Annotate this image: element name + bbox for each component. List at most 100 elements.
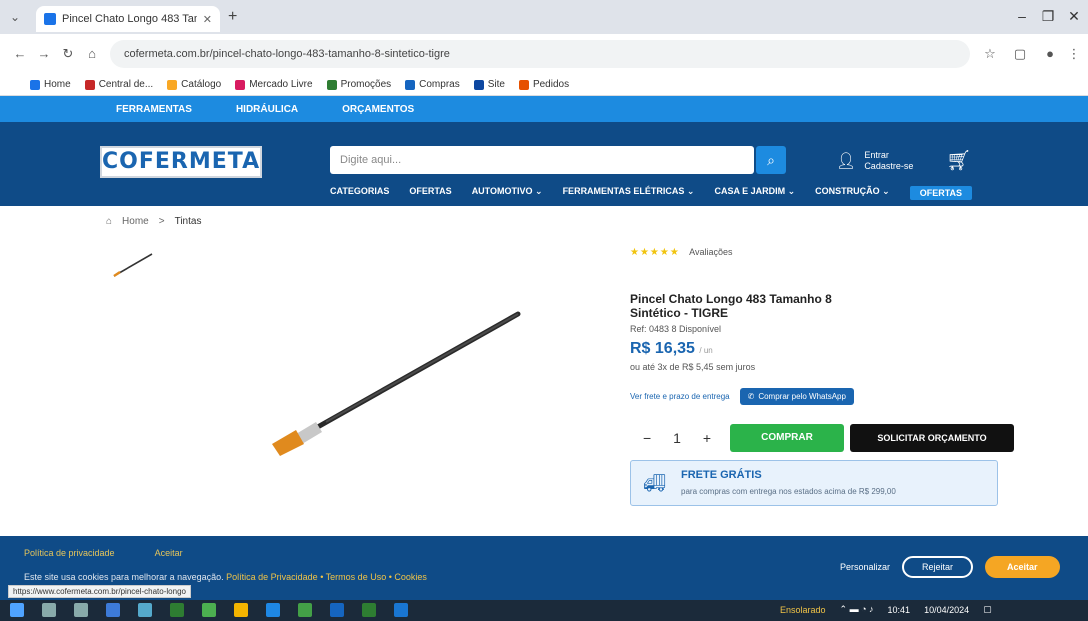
product-title: Pincel Chato Longo 483 Tamanho 8 Sintéti… [630,292,832,320]
bookmark-item[interactable]: Central de... [84,79,154,90]
account-link[interactable]: 👤︎ Entrar Cadastre-se [836,150,913,172]
cookie-reject-button[interactable]: Rejeitar [902,556,974,578]
star-icon[interactable]: ☆ [980,44,1000,64]
free-shipping-box: 🚚︎ FRETE GRÁTIS para compras com entrega… [630,460,998,506]
chrome-icon[interactable] [234,603,248,617]
bookmark-label: Home [44,79,71,90]
site-logo[interactable]: COFERMETA [100,146,262,178]
free-shipping-subtitle: para compras com entrega nos estados aci… [681,487,896,496]
bookmark-label: Mercado Livre [249,79,313,90]
clock-time[interactable]: 10:41 [888,605,911,615]
notifications-icon[interactable]: ▢ [983,604,992,615]
main-menu: CATEGORIAS OFERTAS AUTOMOTIVO ⌄ FERRAMEN… [330,186,973,200]
shipping-row: Ver frete e prazo de entrega ✆ Comprar pe… [630,388,1010,405]
menu-icon[interactable]: ⋮ [1064,44,1084,64]
minus-icon[interactable]: − [643,430,651,446]
search-icon[interactable] [42,603,56,617]
cookie-policy-links[interactable]: Política de Privacidade • Termos de Uso … [226,572,427,582]
menu-item[interactable]: CATEGORIAS [330,186,389,200]
breadcrumb-home[interactable]: Home [122,216,149,227]
app-icon[interactable] [362,603,376,617]
start-icon[interactable] [10,603,24,617]
profile-icon[interactable]: ● [1040,44,1060,64]
back-icon[interactable]: ← [10,44,30,64]
bookmark-label: Compras [419,79,460,90]
whatsapp-button[interactable]: ✆ Comprar pelo WhatsApp [739,388,854,405]
bookmark-item[interactable]: Catálogo [167,79,221,90]
app-icon[interactable] [138,603,152,617]
home-icon[interactable]: ⌂ [82,44,102,64]
menu-item[interactable]: CASA E JARDIM ⌄ [714,186,795,200]
installments: ou até 3x de R$ 5,45 sem juros [630,362,756,372]
tray-icons[interactable]: ⌃ ▬ ◔ ♪ [840,604,874,615]
cookie-manage-link[interactable]: Personalizar [840,562,890,572]
bookmark-item[interactable]: Pedidos [518,79,570,90]
weather-text[interactable]: Ensolarado [780,605,826,615]
app-icon[interactable] [298,603,312,617]
menu-item[interactable]: CONSTRUÇÃO ⌄ [815,186,890,200]
search-input[interactable]: Digite aqui... [330,146,754,174]
app-icon[interactable] [394,603,408,617]
browser-tab-active[interactable]: Pincel Chato Longo 483 Tama ✕ [36,6,220,32]
site-header: COFERMETA Digite aqui... ⌕ 👤︎ Entrar Cada… [0,122,1088,206]
app-icon[interactable] [170,603,184,617]
url-input[interactable]: cofermeta.com.br/pincel-chato-longo-483-… [110,40,970,68]
top-link[interactable]: HIDRÁULICA [236,104,298,115]
taskview-icon[interactable] [74,603,88,617]
cookie-title: Política de privacidade [24,548,115,558]
menu-item[interactable]: OFERTAS [409,186,451,200]
bookmark-item[interactable]: Compras [405,79,460,90]
rating-stars: ★★★★★ [630,247,680,258]
home-icon[interactable]: ⌂ [106,216,112,227]
new-tab-icon[interactable]: + [228,8,237,26]
bookmark-label: Central de... [98,79,154,90]
forward-icon[interactable]: → [34,44,54,64]
maximize-icon[interactable]: ❐ [1034,6,1062,26]
bookmark-label: Site [487,79,505,90]
whatsapp-icon: ✆ [747,392,755,401]
reload-icon[interactable]: ↻ [58,44,78,64]
product-price: R$ 16,35 / un [630,340,1010,358]
breadcrumb: ⌂ Home > Tintas [106,216,201,227]
minimize-icon[interactable]: – [1008,6,1036,26]
menu-item[interactable]: FERRAMENTAS ELÉTRICAS ⌄ [563,186,695,200]
bookmark-item[interactable]: Home [30,79,71,90]
shipping-link[interactable]: Ver frete e prazo de entrega [630,392,730,401]
cart-icon[interactable]: 🛒︎ [946,148,971,173]
breadcrumb-separator: > [158,216,165,227]
cookie-accept-button[interactable]: Aceitar [985,556,1060,578]
bookmark-label: Pedidos [532,79,570,90]
browser-tab-bar: ⌄ Pincel Chato Longo 483 Tama ✕ + – ❐ ✕ [0,0,1088,34]
menu-item-highlight[interactable]: OFERTAS [909,186,973,200]
rating: ★★★★★ Avaliações [630,244,1010,258]
breadcrumb-current[interactable]: Tintas [175,216,202,227]
product-thumbnail[interactable] [108,244,158,288]
product-sku: Ref: 0483 8 Disponível [630,324,722,334]
app-icon[interactable] [106,603,120,617]
app-icon[interactable] [330,603,344,617]
close-tab-icon[interactable]: ✕ [203,13,212,26]
quote-button[interactable]: SOLICITAR ORÇAMENTO [850,424,1014,452]
close-window-icon[interactable]: ✕ [1060,6,1088,26]
cookie-text-row: Este site usa cookies para melhorar a na… [24,572,427,582]
plus-icon[interactable]: + [703,430,711,446]
reviews-link[interactable]: Avaliações [689,247,732,257]
quantity-value[interactable]: 1 [673,430,681,446]
quantity-stepper[interactable]: − 1 + [632,424,722,452]
top-link[interactable]: ORÇAMENTOS [342,104,414,115]
app-icon[interactable] [202,603,216,617]
app-icon[interactable] [266,603,280,617]
bookmark-item[interactable]: Site [473,79,505,90]
tab-actions-icon[interactable]: ⌄ [10,10,20,24]
search-button[interactable]: ⌕ [756,146,786,174]
bookmark-item[interactable]: Promoções [326,79,391,90]
clock-date[interactable]: 10/04/2024 [924,605,969,615]
extensions-icon[interactable]: ▢ [1010,44,1030,64]
cookie-link[interactable]: Aceitar [155,548,183,558]
address-bar-row: ← → ↻ ⌂ cofermeta.com.br/pincel-chato-lo… [0,34,1088,74]
menu-item[interactable]: AUTOMOTIVO ⌄ [472,186,543,200]
buy-button[interactable]: COMPRAR [730,424,844,452]
bookmark-label: Catálogo [181,79,222,90]
bookmark-item[interactable]: Mercado Livre [235,79,313,90]
top-link[interactable]: FERRAMENTAS [116,104,192,115]
